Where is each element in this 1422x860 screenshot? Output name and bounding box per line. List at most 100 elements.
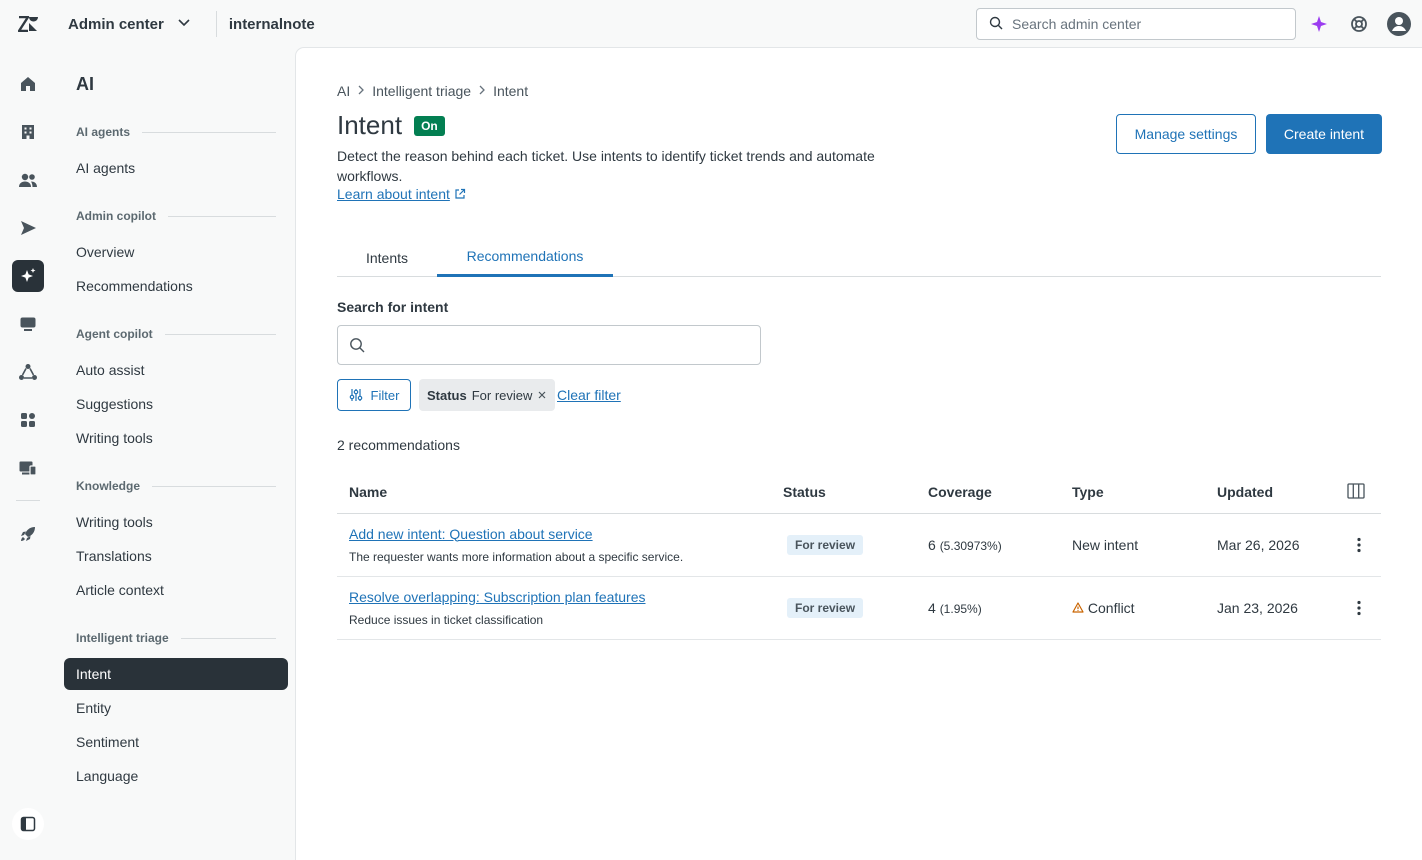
external-link-icon: [455, 188, 465, 199]
type-cell: Conflict: [1060, 576, 1205, 640]
table-row: Add new intent: Question about service T…: [337, 513, 1381, 577]
breadcrumb: AI Intelligent triage Intent: [337, 83, 528, 99]
nav-section-ai-agents: AI agents: [76, 125, 276, 139]
column-header-coverage[interactable]: Coverage: [916, 472, 1060, 514]
search-icon: [350, 338, 365, 353]
tab-list: Intents Recommendations: [337, 238, 1381, 277]
coverage-cell: 6 (5.30973%): [916, 513, 1060, 577]
account-name: internalnote: [228, 15, 315, 33]
learn-link-label: Learn about intent: [337, 186, 450, 202]
search-intent-label: Search for intent: [337, 299, 449, 315]
recommendation-subtitle: The requester wants more information abo…: [349, 549, 684, 564]
intent-search-box[interactable]: [337, 325, 761, 365]
ai-sparkle-icon[interactable]: [1306, 8, 1332, 40]
status-badge: For review: [787, 534, 864, 555]
manage-settings-button[interactable]: Manage settings: [1116, 114, 1256, 154]
sliders-icon: [349, 389, 362, 401]
chip-value: For review: [471, 387, 533, 403]
updated-cell: Mar 26, 2026: [1205, 513, 1335, 577]
nav-item-auto-assist[interactable]: Auto assist: [64, 354, 288, 386]
chevron-down-icon: [176, 14, 192, 34]
people-icon[interactable]: [12, 164, 44, 196]
status-badge: For review: [787, 597, 864, 618]
column-header-name[interactable]: Name: [337, 472, 771, 514]
admin-search-box[interactable]: [976, 8, 1296, 40]
recommendation-title-link[interactable]: Add new intent: Question about service: [349, 526, 771, 542]
nav-item-intent[interactable]: Intent: [64, 658, 288, 690]
page-title: Intent: [337, 110, 403, 140]
filter-button[interactable]: Filter: [337, 379, 411, 411]
tab-intents[interactable]: Intents: [337, 238, 437, 277]
nav-section-knowledge: Knowledge: [76, 479, 276, 493]
filter-button-label: Filter: [370, 387, 400, 403]
column-header-updated[interactable]: Updated: [1205, 472, 1335, 514]
main-panel: AI Intelligent triage Intent Intent On D…: [296, 48, 1422, 860]
coverage-count: 4: [928, 599, 936, 616]
table-header-row: Name Status Coverage Type Updated: [337, 472, 1381, 514]
recommendations-count: 2 recommendations: [337, 437, 460, 453]
top-bar: Admin center internalnote: [0, 0, 1422, 48]
recommendation-title-link[interactable]: Resolve overlapping: Subscription plan f…: [349, 589, 771, 605]
workflow-icon[interactable]: [12, 356, 44, 388]
updated-cell: Jan 23, 2026: [1205, 576, 1335, 640]
nav-section-intelligent-triage: Intelligent triage: [76, 631, 276, 645]
nav-item-sentiment[interactable]: Sentiment: [64, 726, 288, 758]
nav-item-entity[interactable]: Entity: [64, 692, 288, 724]
intent-search-input[interactable]: [375, 337, 755, 353]
recommendations-table: Name Status Coverage Type Updated Add ne…: [337, 472, 1381, 640]
status-badge: On: [414, 115, 445, 136]
top-icons: [1306, 8, 1412, 40]
column-header-type[interactable]: Type: [1060, 472, 1205, 514]
coverage-percent: (5.30973%): [939, 538, 1002, 553]
home-icon[interactable]: [12, 68, 44, 100]
admin-search-input[interactable]: [1012, 16, 1272, 32]
nav-item-ai-agents[interactable]: AI agents: [64, 152, 288, 184]
left-rail: [0, 48, 56, 860]
product-name: Admin center: [68, 15, 164, 33]
nav-section-agent-copilot: Agent copilot: [76, 327, 276, 341]
coverage-count: 6: [928, 536, 936, 553]
create-intent-button[interactable]: Create intent: [1266, 114, 1382, 154]
page-description: Detect the reason behind each ticket. Us…: [337, 148, 875, 184]
sidebar-toggle-icon: [20, 816, 36, 832]
sparkle-icon[interactable]: [12, 260, 44, 292]
product-switcher[interactable]: Admin center: [56, 0, 192, 48]
tab-recommendations[interactable]: Recommendations: [437, 238, 613, 277]
breadcrumb-ai[interactable]: AI: [337, 83, 350, 99]
learn-about-intent-link[interactable]: Learn about intent: [337, 186, 466, 202]
zendesk-logo-icon[interactable]: [0, 0, 56, 48]
rail-separator: [16, 500, 40, 501]
breadcrumb-intelligent-triage[interactable]: Intelligent triage: [372, 83, 471, 99]
chat-icon[interactable]: [12, 308, 44, 340]
devices-icon[interactable]: [12, 452, 44, 484]
building-icon[interactable]: [12, 116, 44, 148]
columns-icon[interactable]: [1347, 483, 1365, 502]
nav-item-overview[interactable]: Overview: [64, 236, 288, 268]
more-options-icon[interactable]: [1347, 596, 1371, 620]
clear-filter-link[interactable]: Clear filter: [557, 387, 621, 403]
help-icon[interactable]: [1346, 8, 1372, 40]
nav-item-article-context[interactable]: Article context: [64, 574, 288, 606]
collapse-sidebar-button[interactable]: [12, 808, 44, 840]
send-icon[interactable]: [12, 212, 44, 244]
nav-item-language[interactable]: Language: [64, 760, 288, 792]
topbar-divider: [215, 11, 217, 37]
nav-item-recommendations[interactable]: Recommendations: [64, 270, 288, 302]
nav-section-admin-copilot: Admin copilot: [76, 209, 276, 223]
rocket-icon[interactable]: [12, 518, 44, 550]
chevron-right-icon: [356, 84, 366, 98]
close-icon[interactable]: [537, 388, 547, 403]
column-settings: [1335, 472, 1381, 514]
table-row: Resolve overlapping: Subscription plan f…: [337, 576, 1381, 640]
avatar-icon[interactable]: [1386, 8, 1412, 40]
more-options-icon[interactable]: [1347, 533, 1371, 557]
type-cell: New intent: [1060, 513, 1205, 577]
coverage-percent: (1.95%): [939, 601, 982, 616]
nav-item-writing-tools-copilot[interactable]: Writing tools: [64, 422, 288, 454]
type-label: Conflict: [1087, 599, 1135, 616]
column-header-status[interactable]: Status: [771, 472, 916, 514]
nav-item-translations[interactable]: Translations: [64, 540, 288, 572]
apps-icon[interactable]: [12, 404, 44, 436]
nav-item-writing-tools-knowledge[interactable]: Writing tools: [64, 506, 288, 538]
nav-item-suggestions[interactable]: Suggestions: [64, 388, 288, 420]
